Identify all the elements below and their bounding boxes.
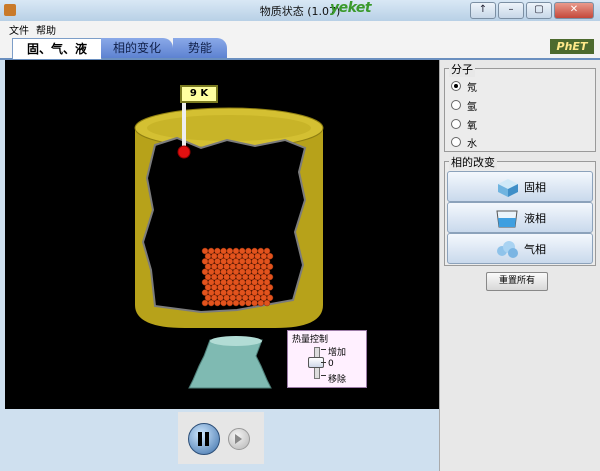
burner [188, 339, 272, 389]
title-logo: yeket [330, 0, 372, 16]
liquid-label: 液相 [524, 211, 546, 225]
tab-states[interactable]: 固、气、液 [12, 38, 102, 59]
particle-cluster [201, 247, 274, 307]
heat-control-title: 热量控制 [292, 332, 329, 345]
step-icon [235, 434, 242, 444]
tick-add [321, 349, 326, 350]
simulation-canvas: 9 K 热量控制 增加 0 移除 [5, 60, 439, 409]
minimize-button[interactable]: – [498, 2, 524, 19]
radio-argon[interactable]: 氩 [451, 98, 477, 113]
particle [238, 299, 246, 307]
thermometer-bulb [177, 145, 191, 159]
pin-button[interactable]: ↑ [470, 2, 496, 19]
molecule-legend: 分子 [449, 61, 475, 77]
gas-label: 气相 [524, 242, 546, 256]
radio-water[interactable]: 水 [451, 135, 477, 150]
radio-dot[interactable] [451, 100, 461, 110]
particle [214, 299, 221, 307]
control-panel: 分子 氖 氩 氧 水 相的改变 固相 液相 气相 重置所有 [439, 60, 600, 471]
radio-label-argon: 氩 [467, 101, 477, 113]
container-graphic [134, 100, 324, 389]
pause-button[interactable] [188, 423, 220, 455]
particle [263, 299, 271, 307]
window-controls: ↑ – ▢ ✕ [470, 2, 594, 19]
tab-phase-changes[interactable]: 相的变化 [101, 38, 173, 58]
particle [207, 299, 215, 307]
radio-dot[interactable] [451, 137, 461, 147]
gas-button[interactable]: 气相 [447, 233, 593, 264]
radio-dot[interactable] [451, 119, 461, 129]
menu-bar: 文件 帮助 [0, 21, 600, 37]
step-button[interactable] [228, 428, 250, 450]
heat-control-panel: 热量控制 增加 0 移除 [287, 330, 367, 388]
solid-label: 固相 [524, 180, 546, 194]
reset-all-button[interactable]: 重置所有 [486, 272, 548, 291]
radio-dot-selected[interactable] [451, 81, 461, 91]
tick-zero [321, 362, 326, 363]
gas-cloud-icon [497, 240, 518, 258]
particle [251, 299, 258, 307]
pause-icon [198, 432, 210, 446]
particle [226, 299, 234, 307]
radio-label-neon: 氖 [467, 82, 477, 94]
particle [201, 299, 209, 307]
tab-potential-energy[interactable]: 势能 [173, 38, 227, 58]
particle [220, 299, 227, 307]
tab-bar: 固、气、液 相的变化 势能 [0, 36, 600, 60]
beaker-icon [496, 210, 518, 227]
radio-oxygen[interactable]: 氧 [451, 117, 477, 132]
phase-change-legend: 相的改变 [449, 154, 497, 170]
tick-remove [321, 375, 326, 376]
phase-change-group: 相的改变 固相 液相 气相 [444, 154, 596, 266]
solid-button[interactable]: 固相 [447, 171, 593, 202]
radio-label-oxygen: 氧 [467, 120, 477, 132]
menu-file[interactable]: 文件 [9, 22, 29, 37]
ice-cube-icon [498, 178, 518, 197]
phet-logo: PhET [550, 39, 594, 54]
close-button[interactable]: ✕ [554, 2, 594, 19]
heat-zero-label: 0 [328, 359, 334, 369]
heat-remove-label: 移除 [328, 375, 347, 385]
molecule-group: 分子 氖 氩 氧 水 [444, 61, 596, 152]
radio-neon[interactable]: 氖 [451, 79, 477, 94]
menu-help[interactable]: 帮助 [36, 22, 56, 37]
particle [245, 299, 252, 307]
maximize-button[interactable]: ▢ [526, 2, 552, 19]
particle [232, 299, 240, 307]
thermometer-readout: 9 K [180, 85, 218, 103]
particle [257, 299, 265, 307]
heat-add-label: 增加 [328, 348, 347, 358]
radio-label-water: 水 [467, 138, 477, 150]
liquid-button[interactable]: 液相 [447, 202, 593, 233]
title-bar: 物质状态 (1.07) yeket ↑ – ▢ ✕ [0, 0, 600, 22]
